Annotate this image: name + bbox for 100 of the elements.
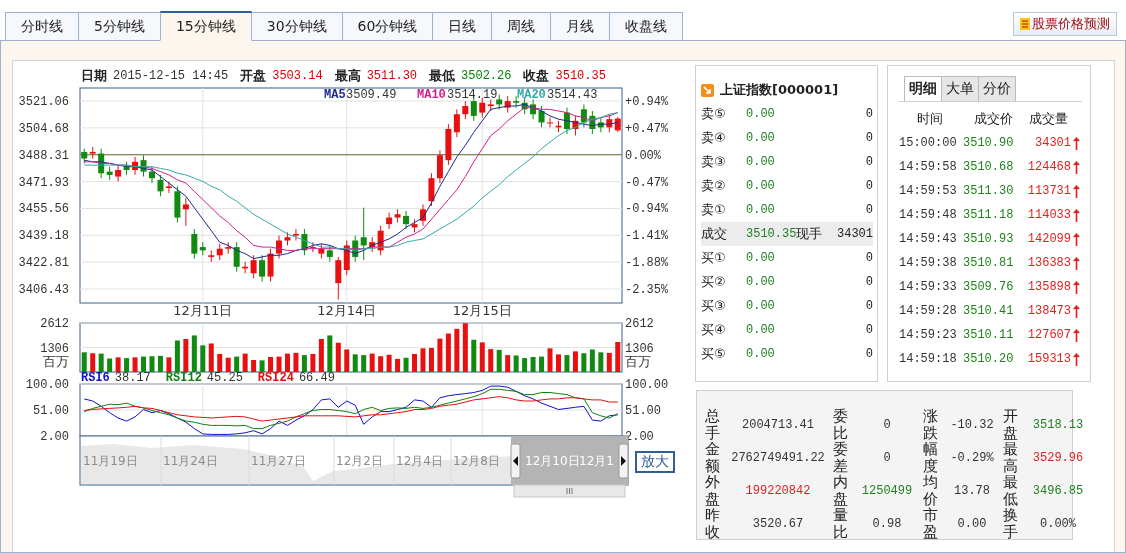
price-value: 0.00 <box>746 299 776 313</box>
date-label: 12月2日 <box>336 454 383 468</box>
volume-bar <box>581 353 587 372</box>
tab[interactable]: 明细 <box>904 76 942 101</box>
table-cell-text: 136383 <box>1026 256 1071 270</box>
volume-bar <box>251 360 257 372</box>
volume-bar <box>412 354 417 372</box>
volume-bar <box>285 353 290 372</box>
volume-bar <box>505 355 511 372</box>
stat-value: -10.32 <box>950 417 994 432</box>
volume-bar <box>352 354 358 372</box>
axis-label: 2.00 <box>40 430 69 444</box>
table-cell-text: 14:59:18 <box>899 352 958 366</box>
candlestick <box>182 197 189 227</box>
stat-label: 涨跌 <box>923 408 938 441</box>
table-cell-text: 15:00:00 <box>899 136 958 150</box>
tab[interactable]: 30分钟线 <box>250 12 343 41</box>
legend-label: MA10 <box>417 88 446 102</box>
tab[interactable]: 60分钟线 <box>341 12 434 41</box>
row-label: 卖⑤ <box>701 105 727 123</box>
tab[interactable]: 分时线 <box>5 12 79 41</box>
volume-bar <box>115 357 121 372</box>
price-value: 0.00 <box>746 275 776 289</box>
candlestick <box>157 174 164 197</box>
axis-label: 3439.18 <box>18 229 69 244</box>
tab[interactable]: 分价 <box>978 76 1016 101</box>
volume-bar <box>208 343 214 372</box>
volume-bar <box>335 342 341 372</box>
stat-label: 市盈 <box>923 507 938 540</box>
table-cell-text: 142099 <box>1026 232 1071 246</box>
navigator-handle[interactable] <box>510 443 521 479</box>
axis-label: +0.47% <box>625 121 669 136</box>
price-value: 0.00 <box>746 179 776 193</box>
stat-label: 委比 <box>833 408 848 441</box>
tab[interactable]: 收盘线 <box>609 12 684 41</box>
stat-value: 0.00 <box>957 516 987 531</box>
volume-bar <box>479 342 485 372</box>
volume-value: 0 <box>865 179 873 193</box>
table-cell-text: 14:59:33 <box>899 280 958 294</box>
volume-bar <box>310 354 316 372</box>
row-label: 买④ <box>701 321 727 339</box>
axis-label: 3488.31 <box>18 148 69 163</box>
volume-bar <box>200 345 206 372</box>
volume-bar <box>259 360 265 372</box>
volume-bar <box>293 352 299 372</box>
volume-value: 0 <box>865 347 873 361</box>
volume-value: 0 <box>865 155 873 169</box>
column-header: 时间 <box>916 110 944 128</box>
candlestick <box>89 146 96 160</box>
header-label: 开盘 <box>240 67 267 85</box>
tab[interactable]: 周线 <box>491 12 552 41</box>
volume-bar <box>454 328 460 372</box>
forecast-button[interactable]: 股票价格预测 <box>1013 12 1117 36</box>
stat-value: 0 <box>883 417 891 432</box>
stat-label: 昨收 <box>705 507 720 540</box>
volume-bar <box>217 354 223 372</box>
volume-bar <box>174 340 180 372</box>
stat-label: 开盘 <box>1003 408 1018 441</box>
volume-bar <box>437 338 443 372</box>
tab[interactable]: 大单 <box>941 76 979 101</box>
tab[interactable]: 5分钟线 <box>78 12 161 41</box>
volume-bar <box>157 355 163 372</box>
stat-label: 最低 <box>1003 474 1018 507</box>
tab[interactable]: 15分钟线 <box>159 11 252 41</box>
price-value: 0.00 <box>746 107 776 121</box>
row-label: 卖④ <box>701 129 727 147</box>
tab[interactable]: 日线 <box>432 12 493 41</box>
table-cell-text: 127607 <box>1026 328 1071 342</box>
volume-bar <box>522 358 528 372</box>
scroll-thumb[interactable] <box>513 484 626 498</box>
candlestick <box>292 228 299 242</box>
header-label: 最高 <box>334 67 361 85</box>
axis-label: 3406.43 <box>18 283 69 297</box>
zoom-button[interactable]: 放大 <box>635 451 675 473</box>
volume-bar <box>564 355 570 372</box>
volume-bar <box>242 353 248 372</box>
volume-bar <box>530 357 536 372</box>
table-cell-text: 138473 <box>1026 304 1071 318</box>
table-cell-text: 14:59:53 <box>899 184 958 198</box>
axis-label: 1306 <box>40 341 69 356</box>
arrow-icon <box>701 83 714 97</box>
stat-value: 0.98 <box>872 516 902 531</box>
axis-label: 3422.81 <box>18 256 69 271</box>
volume-bar <box>132 357 138 372</box>
row-label: 卖② <box>701 177 727 195</box>
unit-label: 百万 <box>43 354 69 369</box>
candlestick <box>250 254 257 279</box>
navigator-handle[interactable] <box>618 443 629 479</box>
candlestick <box>547 117 554 128</box>
volume-bar <box>445 333 451 372</box>
tab[interactable]: 月线 <box>550 12 611 41</box>
legend-value: 38.17 <box>114 371 151 385</box>
header-value: 3503.14 <box>272 69 323 83</box>
axis-label: 51.00 <box>625 404 661 418</box>
volume-bar <box>471 339 477 372</box>
row-label: 成交 <box>701 225 728 243</box>
table-cell-text: 34301 <box>1034 136 1071 150</box>
table-cell-text: 14:59:28 <box>899 304 958 318</box>
volume-bar <box>318 339 324 372</box>
axis-label: 100.00 <box>625 378 669 392</box>
